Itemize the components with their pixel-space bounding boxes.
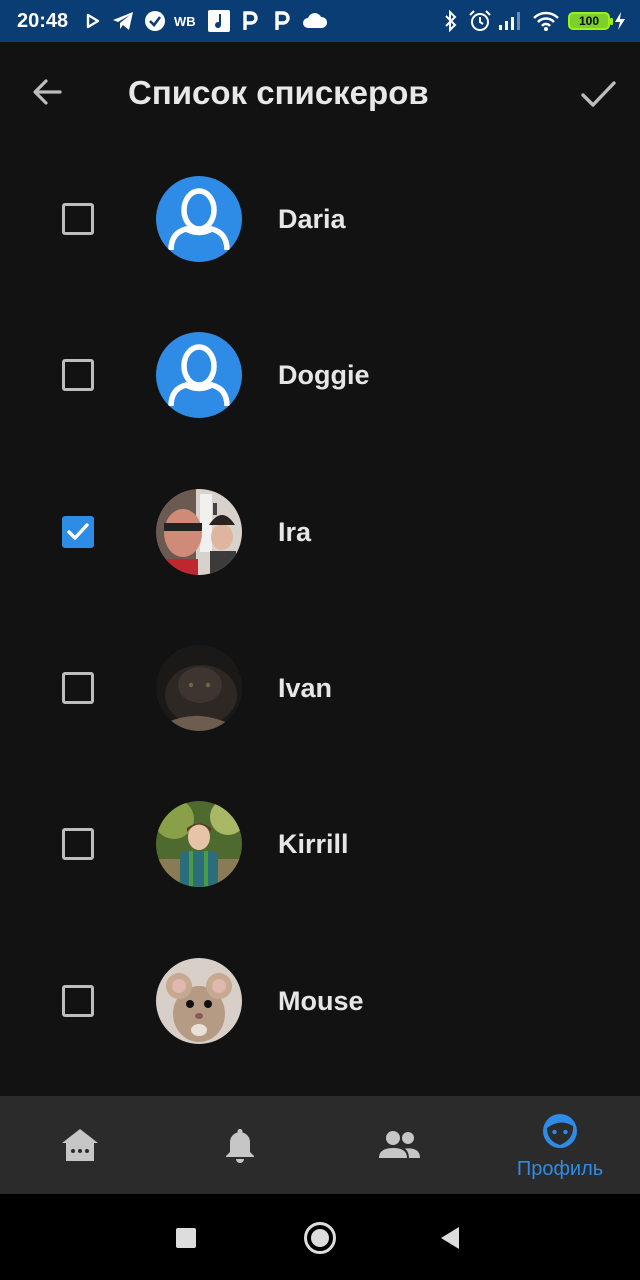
battery-indicator: 100 <box>568 12 613 30</box>
speaker-name: Doggie <box>278 360 370 390</box>
checkbox[interactable] <box>62 203 94 235</box>
bottom-navigation: Профиль <box>0 1096 640 1194</box>
default-person-icon <box>168 344 230 407</box>
checkbox[interactable] <box>62 359 94 391</box>
avatar <box>156 176 242 262</box>
page-title: Список спискеров <box>128 74 429 111</box>
home-icon <box>60 1127 100 1168</box>
p-app-icon <box>242 10 258 32</box>
avatar-photo <box>156 958 242 1044</box>
telegram-icon <box>112 10 134 32</box>
list-item[interactable]: Doggie <box>0 297 640 453</box>
speaker-name: Daria <box>278 204 346 234</box>
checkbox[interactable] <box>62 828 94 860</box>
cloud-icon <box>302 10 328 32</box>
speaker-name: Ivan <box>278 673 333 703</box>
speaker-name: Mouse <box>278 986 364 1016</box>
list-item[interactable]: Mouse <box>0 923 640 1079</box>
app-bar: Список спискеров <box>0 42 640 146</box>
avatar-photo <box>156 801 242 887</box>
checkbox[interactable] <box>62 672 94 704</box>
check-icon[interactable] <box>576 72 620 116</box>
charging-bolt-icon <box>614 10 626 32</box>
profile-face-icon <box>541 1112 579 1155</box>
list-item[interactable]: Kirrill <box>0 766 640 922</box>
avatar-photo <box>156 645 242 731</box>
checkbox-checked[interactable] <box>62 516 94 548</box>
system-navigation-bar <box>0 1194 640 1280</box>
speaker-name: Ira <box>278 517 312 547</box>
people-icon <box>379 1130 421 1165</box>
bluetooth-icon <box>444 10 458 32</box>
nav-item-speakers[interactable] <box>320 1096 480 1194</box>
play-icon <box>86 10 100 32</box>
checkmark-icon <box>67 523 89 540</box>
verified-check-icon <box>144 10 166 32</box>
list-item[interactable]: Ira <box>0 454 640 610</box>
nav-label-profile: Профиль <box>516 1158 604 1180</box>
alarm-icon <box>468 10 492 32</box>
wb-icon: WB <box>174 13 196 29</box>
home-circle-icon[interactable] <box>304 1222 336 1254</box>
signal-icon <box>498 10 524 32</box>
speaker-name: Kirrill <box>278 829 349 859</box>
music-note-icon <box>208 10 230 32</box>
p-app-icon-2 <box>274 10 290 32</box>
avatar <box>156 332 242 418</box>
nav-item-profile[interactable]: Профиль <box>480 1096 640 1194</box>
status-bar: 20:48 WB 100 <box>0 0 640 42</box>
status-time: 20:48 <box>17 10 69 32</box>
arrow-left-icon[interactable] <box>28 72 68 112</box>
nav-item-home[interactable] <box>0 1096 160 1194</box>
default-person-icon <box>168 188 230 251</box>
recents-square-icon[interactable] <box>176 1228 196 1248</box>
bell-icon <box>224 1126 256 1169</box>
checkbox[interactable] <box>62 985 94 1017</box>
list-item[interactable]: Ivan <box>0 610 640 766</box>
nav-item-notifications[interactable] <box>160 1096 320 1194</box>
back-triangle-icon[interactable] <box>440 1226 460 1255</box>
avatar-photo <box>156 489 242 575</box>
wifi-icon <box>532 10 560 32</box>
list-item[interactable]: Daria <box>0 141 640 297</box>
